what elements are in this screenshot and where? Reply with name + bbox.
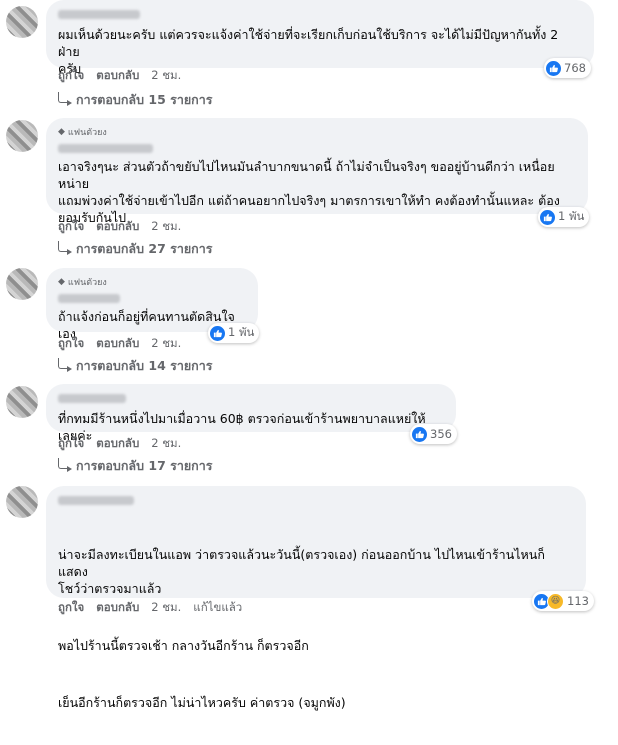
- reply-button[interactable]: ตอบกลับ: [96, 218, 139, 236]
- comment-timestamp[interactable]: 2 ชม.: [151, 218, 181, 236]
- like-button[interactable]: ถูกใจ: [58, 435, 84, 453]
- comment-actions: ถูกใจ ตอบกลับ 2 ชม.: [58, 336, 181, 352]
- commenter-avatar[interactable]: [6, 486, 38, 518]
- comment-actions: ถูกใจ ตอบกลับ 2 ชม.: [58, 68, 181, 84]
- reply-button[interactable]: ตอบกลับ: [96, 435, 139, 453]
- reaction-summary[interactable]: 1 พัน: [208, 323, 260, 343]
- like-button[interactable]: ถูกใจ: [58, 67, 84, 85]
- reply-button[interactable]: ตอบกลับ: [96, 67, 139, 85]
- reply-arrow-icon: [58, 240, 72, 255]
- like-icon: [546, 60, 561, 76]
- reaction-summary[interactable]: 356: [410, 424, 457, 444]
- top-fan-badge: ◆ แฟนตัวยง: [58, 277, 107, 288]
- comment-bubble: ◆ แฟนตัวยง เอาจริงๆนะ ส่วนตัวถ้าขยับไปไหน…: [46, 118, 588, 225]
- commenter-avatar[interactable]: [6, 120, 38, 152]
- comment-timestamp[interactable]: 2 ชม.: [151, 67, 181, 85]
- commenter-name[interactable]: [58, 142, 576, 155]
- comment-bubble: ผมเห็นด้วยนะครับ แต่ควรจะแจ้งค่าใช้จ่ายท…: [46, 0, 594, 76]
- edited-label[interactable]: แก้ไขแล้ว: [193, 599, 242, 617]
- commenter-avatar[interactable]: [6, 386, 38, 418]
- view-replies-button[interactable]: การตอบกลับ 14 รายการ: [58, 357, 212, 375]
- reply-button[interactable]: ตอบกลับ: [96, 335, 139, 353]
- reply-arrow-icon: [58, 457, 72, 472]
- like-button[interactable]: ถูกใจ: [58, 218, 84, 236]
- top-fan-badge: ◆ แฟนตัวยง: [58, 127, 107, 138]
- commenter-name[interactable]: [58, 494, 574, 507]
- comment-actions: ถูกใจ ตอบกลับ 2 ชม. แก้ไขแล้ว: [58, 600, 242, 616]
- reply-button[interactable]: ตอบกลับ: [96, 599, 139, 617]
- reply-arrow-icon: [58, 91, 72, 106]
- reaction-summary[interactable]: 1 พัน: [538, 207, 590, 227]
- like-icon: [210, 325, 225, 341]
- reaction-summary[interactable]: 😆 113: [532, 591, 594, 611]
- comment-actions: ถูกใจ ตอบกลับ 2 ชม.: [58, 436, 181, 452]
- view-replies-button[interactable]: การตอบกลับ 27 รายการ: [58, 240, 212, 258]
- commenter-name[interactable]: [58, 392, 444, 405]
- commenter-avatar[interactable]: [6, 268, 38, 300]
- comment-bubble: ที่กทมมีร้านหนึ่งไปมาเมื่อวาน 60฿ ตรวจก่…: [46, 384, 456, 443]
- commenter-avatar[interactable]: [6, 6, 38, 38]
- reply-arrow-icon: [58, 357, 72, 372]
- comment-actions: ถูกใจ ตอบกลับ 2 ชม.: [58, 219, 181, 235]
- comment-text: น่าจะมีลงทะเบียนในแอพ ว่าตรวจแล้วนะวันนี…: [58, 547, 545, 710]
- haha-icon: 😆: [547, 592, 564, 610]
- view-replies-button[interactable]: การตอบกลับ 17 รายการ: [58, 457, 212, 475]
- comment-bubble: น่าจะมีลงทะเบียนในแอพ ว่าตรวจแล้วนะวันนี…: [46, 486, 586, 710]
- comment-timestamp[interactable]: 2 ชม.: [151, 599, 181, 617]
- like-button[interactable]: ถูกใจ: [58, 335, 84, 353]
- diamond-icon: ◆: [58, 277, 65, 287]
- commenter-name[interactable]: [58, 292, 246, 305]
- comment-timestamp[interactable]: 2 ชม.: [151, 335, 181, 353]
- comment-text: เอาจริงๆนะ ส่วนตัวถ้าขยับไปไหนมันลำบากขน…: [58, 159, 560, 225]
- diamond-icon: ◆: [58, 127, 65, 137]
- like-button[interactable]: ถูกใจ: [58, 599, 84, 617]
- view-replies-button[interactable]: การตอบกลับ 15 รายการ: [58, 91, 212, 109]
- like-icon: [412, 426, 427, 442]
- like-icon: [540, 209, 555, 225]
- comment-timestamp[interactable]: 2 ชม.: [151, 435, 181, 453]
- reaction-summary[interactable]: 768: [544, 58, 591, 78]
- commenter-name[interactable]: [58, 8, 582, 21]
